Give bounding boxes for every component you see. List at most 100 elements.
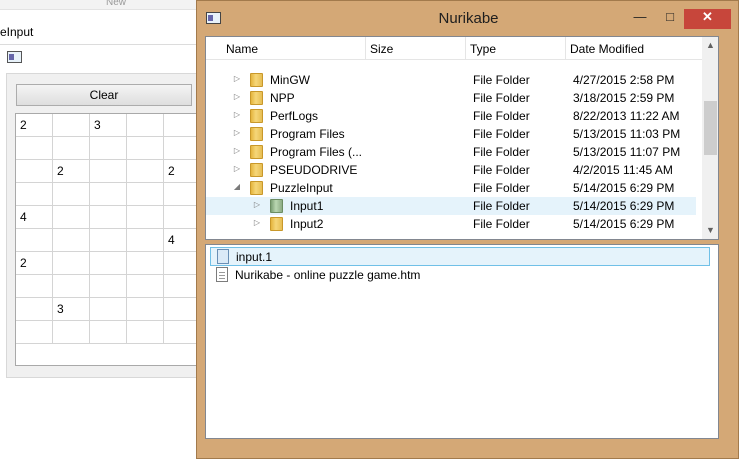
expand-arrow-icon[interactable]: ▷: [233, 164, 241, 173]
folder-name: Input1: [290, 199, 324, 213]
scroll-down-arrow-icon[interactable]: ▼: [702, 222, 718, 239]
grid-cell[interactable]: 2: [164, 160, 199, 183]
folder-icon: [250, 145, 263, 159]
file-name: input.1: [236, 250, 273, 264]
grid-cell[interactable]: [164, 137, 199, 160]
grid-cell[interactable]: [16, 183, 53, 206]
grid-cell[interactable]: [127, 137, 164, 160]
grid-cell[interactable]: 2: [16, 114, 53, 137]
tree-row[interactable]: ▷ Input2 File Folder 5/14/2015 6:29 PM: [206, 215, 696, 233]
tree-scrollbar[interactable]: ▲ ▼: [702, 37, 718, 239]
grid-cell[interactable]: [164, 183, 199, 206]
folder-name: Program Files (...: [270, 145, 363, 159]
scroll-up-arrow-icon[interactable]: ▲: [702, 37, 718, 54]
folder-type: File Folder: [473, 145, 530, 159]
file-item[interactable]: input.1: [210, 247, 710, 266]
grid-cell[interactable]: [164, 298, 199, 321]
grid-cell[interactable]: [127, 298, 164, 321]
grid-cell[interactable]: [127, 206, 164, 229]
tree-row[interactable]: ▷ PerfLogs File Folder 8/22/2013 11:22 AM: [206, 107, 696, 125]
grid-cell[interactable]: [53, 183, 90, 206]
file-item[interactable]: Nurikabe - online puzzle game.htm: [210, 266, 710, 285]
grid-cell[interactable]: [164, 206, 199, 229]
minimize-button[interactable]: —: [627, 9, 653, 29]
grid-cell[interactable]: [16, 137, 53, 160]
grid-cell[interactable]: [90, 275, 127, 298]
grid-cell[interactable]: [53, 229, 90, 252]
expand-arrow-icon[interactable]: ▷: [233, 110, 241, 119]
grid-cell[interactable]: [16, 298, 53, 321]
grid-cell[interactable]: [164, 275, 199, 298]
grid-cell[interactable]: [90, 137, 127, 160]
tree-row[interactable]: ▷ Program Files (... File Folder 5/13/2015 …: [206, 143, 696, 161]
tree-row[interactable]: ▷ PSEUDODRIVE File Folder 4/2/2015 11:45 AM: [206, 161, 696, 179]
column-header-name[interactable]: Name: [222, 37, 366, 60]
folder-name: MinGW: [270, 73, 310, 87]
puzzle-grid[interactable]: 23224423: [15, 113, 200, 366]
column-header-size[interactable]: Size: [366, 37, 466, 60]
grid-cell[interactable]: [127, 321, 164, 344]
folder-name: Input2: [290, 217, 324, 231]
grid-cell[interactable]: 3: [90, 114, 127, 137]
grid-cell[interactable]: 3: [53, 298, 90, 321]
grid-cell[interactable]: [90, 298, 127, 321]
grid-cell[interactable]: [127, 229, 164, 252]
tree-row[interactable]: ▷ NPP File Folder 3/18/2015 2:59 PM: [206, 89, 696, 107]
grid-cell[interactable]: [90, 206, 127, 229]
grid-cell[interactable]: [127, 183, 164, 206]
grid-cell[interactable]: [164, 252, 199, 275]
document-icon: [216, 267, 228, 282]
folder-icon: [270, 217, 283, 231]
grid-cell[interactable]: [16, 229, 53, 252]
expand-arrow-icon[interactable]: ◢: [233, 182, 241, 191]
expand-arrow-icon[interactable]: ▷: [253, 218, 261, 227]
grid-cell[interactable]: [53, 114, 90, 137]
clear-button[interactable]: Clear: [16, 84, 192, 106]
expand-arrow-icon[interactable]: ▷: [233, 146, 241, 155]
expand-arrow-icon[interactable]: ▷: [233, 128, 241, 137]
tree-row[interactable]: ▷ Input1 File Folder 5/14/2015 6:29 PM: [206, 197, 696, 215]
tree-row[interactable]: ◢ PuzzleInput File Folder 5/14/2015 6:29 PM: [206, 179, 696, 197]
expand-arrow-icon[interactable]: ▷: [233, 74, 241, 83]
grid-cell[interactable]: [53, 252, 90, 275]
grid-cell[interactable]: [90, 160, 127, 183]
file-list[interactable]: input.1 Nurikabe - online puzzle game.htm: [205, 244, 719, 439]
file-icon: [217, 249, 229, 264]
folder-icon: [250, 73, 263, 87]
grid-cell[interactable]: 4: [164, 229, 199, 252]
folder-type: File Folder: [473, 91, 530, 105]
grid-cell[interactable]: [16, 275, 53, 298]
column-header-date-modified[interactable]: Date Modified: [566, 37, 702, 60]
grid-cell[interactable]: [164, 114, 199, 137]
close-button[interactable]: ✕: [684, 9, 731, 29]
grid-cell[interactable]: [164, 321, 199, 344]
folder-date-modified: 5/14/2015 6:29 PM: [573, 181, 675, 195]
grid-cell[interactable]: [53, 206, 90, 229]
new-tab-label[interactable]: New: [106, 0, 126, 8]
grid-cell[interactable]: [127, 114, 164, 137]
grid-cell[interactable]: 2: [53, 160, 90, 183]
scroll-thumb[interactable]: [704, 101, 717, 155]
grid-cell[interactable]: [90, 183, 127, 206]
grid-cell[interactable]: 4: [16, 206, 53, 229]
folder-tree[interactable]: Name Size Type Date Modified ▷ MinGW File …: [205, 36, 719, 240]
input-label: eInput: [0, 25, 34, 39]
tree-row[interactable]: ▷ MinGW File Folder 4/27/2015 2:58 PM: [206, 71, 696, 89]
grid-cell[interactable]: [127, 252, 164, 275]
grid-cell[interactable]: [53, 321, 90, 344]
maximize-button[interactable]: □: [657, 9, 683, 29]
grid-cell[interactable]: [16, 321, 53, 344]
grid-cell[interactable]: [90, 321, 127, 344]
grid-cell[interactable]: [53, 275, 90, 298]
grid-cell[interactable]: 2: [16, 252, 53, 275]
expand-arrow-icon[interactable]: ▷: [253, 200, 261, 209]
grid-cell[interactable]: [90, 252, 127, 275]
tree-row[interactable]: ▷ Program Files File Folder 5/13/2015 11:03…: [206, 125, 696, 143]
grid-cell[interactable]: [127, 275, 164, 298]
expand-arrow-icon[interactable]: ▷: [233, 92, 241, 101]
column-header-type[interactable]: Type: [466, 37, 566, 60]
grid-cell[interactable]: [90, 229, 127, 252]
grid-cell[interactable]: [127, 160, 164, 183]
grid-cell[interactable]: [16, 160, 53, 183]
grid-cell[interactable]: [53, 137, 90, 160]
